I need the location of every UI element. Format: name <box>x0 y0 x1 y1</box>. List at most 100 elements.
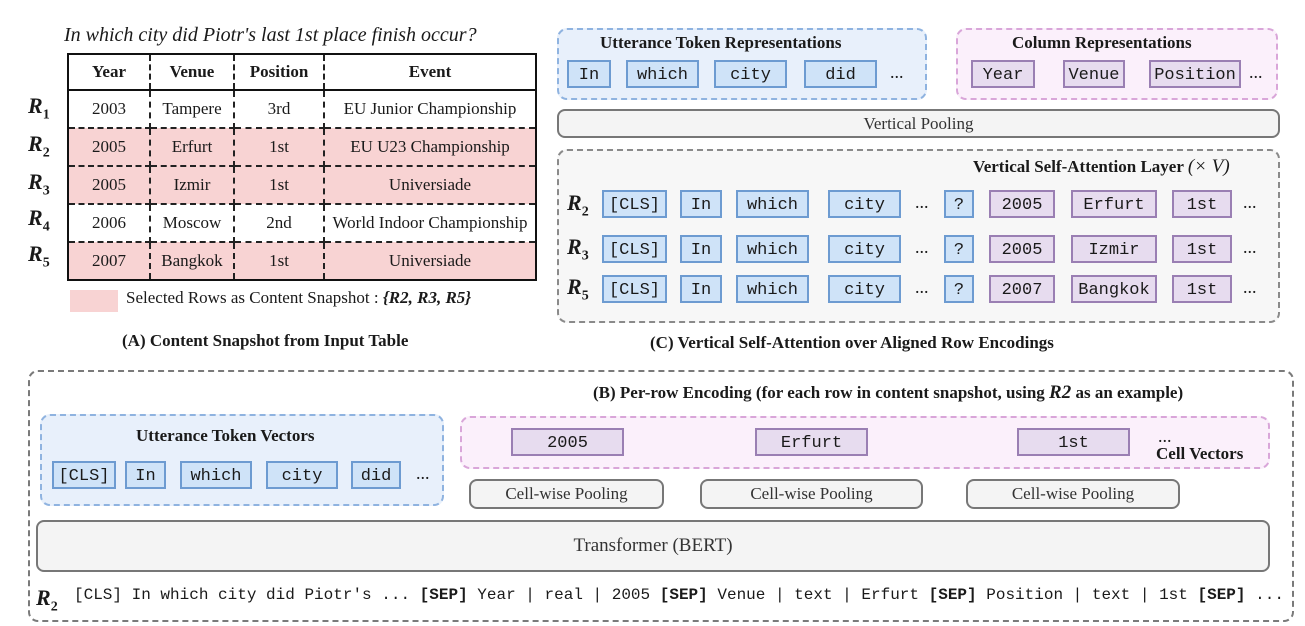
sequence-row-label: R2 <box>36 585 58 615</box>
ellipsis: ... <box>416 463 430 483</box>
table-cell: 3rd <box>234 90 325 129</box>
cell-wise-pooling-box: Cell-wise Pooling <box>469 479 664 509</box>
question-text: In which city did Piotr's last 1st place… <box>64 24 477 46</box>
row-token: ? <box>944 275 974 303</box>
utterance-vector-token: did <box>351 461 401 489</box>
cell-vector: 2005 <box>511 428 624 456</box>
cell-token: Bangkok <box>1071 275 1157 303</box>
row-token: [CLS] <box>602 190 667 218</box>
table-cell: Universiade <box>324 166 536 205</box>
cell-wise-pooling-box: Cell-wise Pooling <box>700 479 923 509</box>
title-row-ref: R2 <box>1049 382 1072 403</box>
cell-vector: Erfurt <box>755 428 868 456</box>
table-row: 2005 Erfurt 1st EU U23 Championship <box>68 128 536 167</box>
table-cell: Bangkok <box>150 242 235 280</box>
selected-row-swatch <box>70 290 118 312</box>
column-token: Year <box>971 60 1035 88</box>
table-cell: 1st <box>234 166 325 205</box>
table-row: 2005 Izmir 1st Universiade <box>68 166 536 205</box>
linearized-sequence: [CLS] In which city did Piotr's ... [SEP… <box>74 586 1284 604</box>
row-token: which <box>736 235 809 263</box>
row-label: R2 <box>28 131 50 161</box>
ellipsis: ... <box>890 62 904 82</box>
per-row-encoding-title: (B) Per-row Encoding (for each row in co… <box>593 382 1184 403</box>
sep-token: [SEP] <box>1197 586 1246 604</box>
table-row: 2007 Bangkok 1st Universiade <box>68 242 536 280</box>
table-cell: 1st <box>234 128 325 167</box>
utterance-vector-token: which <box>180 461 252 489</box>
table-row: 2003 Tampere 3rd EU Junior Championship <box>68 90 536 129</box>
row-label: R1 <box>28 93 50 123</box>
ellipsis: ... <box>1249 62 1263 82</box>
ellipsis: ... <box>915 192 929 212</box>
row-token: [CLS] <box>602 275 667 303</box>
sep-token: [SEP] <box>928 586 977 604</box>
vertical-pooling-box: Vertical Pooling <box>557 109 1280 138</box>
ellipsis: ... <box>1243 237 1257 257</box>
legend-text: Selected Rows as Content Snapshot : {R2,… <box>126 288 472 307</box>
ellipsis: ... <box>915 277 929 297</box>
row-token: ? <box>944 235 974 263</box>
cell-token: 2005 <box>989 190 1055 218</box>
row-token: which <box>736 275 809 303</box>
row-token: city <box>828 190 901 218</box>
table-cell: 2007 <box>68 242 151 280</box>
table-cell: Tampere <box>150 90 235 129</box>
table-cell: 2005 <box>68 128 151 167</box>
ellipsis: ... <box>915 237 929 257</box>
cell-token: 1st <box>1172 190 1232 218</box>
table-cell: Moscow <box>150 204 235 243</box>
row-token: which <box>736 190 809 218</box>
table-cell: EU Junior Championship <box>324 90 536 129</box>
cell-token: 2007 <box>989 275 1055 303</box>
table-cell: 2006 <box>68 204 151 243</box>
sep-token: [SEP] <box>659 586 708 604</box>
row-label: R4 <box>28 205 50 235</box>
sequence-segment: Year | real | 2005 <box>477 586 651 604</box>
table-cell: Erfurt <box>150 128 235 167</box>
row-label: R5 <box>567 274 589 304</box>
column-header: Event <box>324 54 536 91</box>
cell-token: Erfurt <box>1071 190 1157 218</box>
input-table: Year Venue Position Event 2003 Tampere 3… <box>67 53 537 281</box>
cell-wise-pooling-box: Cell-wise Pooling <box>966 479 1180 509</box>
cell-vector: 1st <box>1017 428 1130 456</box>
cell-token: 1st <box>1172 235 1232 263</box>
column-header: Year <box>68 54 151 91</box>
cell-token: Izmir <box>1071 235 1157 263</box>
utterance-vectors-title: Utterance Token Vectors <box>136 426 315 445</box>
utterance-token: did <box>804 60 877 88</box>
legend-set: {R2, R3, R5} <box>382 288 472 307</box>
utterance-token: which <box>626 60 699 88</box>
utterance-vector-token: [CLS] <box>52 461 116 489</box>
utterance-vector-token: In <box>125 461 166 489</box>
layer-multiplier: (× V) <box>1187 156 1230 177</box>
table-header-row: Year Venue Position Event <box>68 54 536 91</box>
row-token: ? <box>944 190 974 218</box>
row-token: [CLS] <box>602 235 667 263</box>
utterance-vector-token: city <box>266 461 338 489</box>
column-representations-title: Column Representations <box>1012 33 1192 52</box>
sequence-segment: Position | text | 1st <box>986 586 1188 604</box>
column-header: Position <box>234 54 325 91</box>
row-token: In <box>680 190 722 218</box>
column-token: Venue <box>1063 60 1125 88</box>
table-cell: 2003 <box>68 90 151 129</box>
utterance-token: In <box>567 60 611 88</box>
sequence-segment: [CLS] In which city did Piotr's ... <box>74 586 411 604</box>
utterance-representations-title: Utterance Token Representations <box>600 33 842 52</box>
row-token: In <box>680 275 722 303</box>
ellipsis: ... <box>1243 192 1257 212</box>
caption-c: (C) Vertical Self-Attention over Aligned… <box>650 333 1054 352</box>
row-label: R3 <box>28 169 50 199</box>
column-token: Position <box>1149 60 1241 88</box>
caption-a: (A) Content Snapshot from Input Table <box>122 331 409 350</box>
table-cell: 2nd <box>234 204 325 243</box>
row-token: In <box>680 235 722 263</box>
table-cell: 2005 <box>68 166 151 205</box>
table-cell: Izmir <box>150 166 235 205</box>
vertical-self-attention-title: Vertical Self-Attention Layer (× V) <box>973 156 1230 177</box>
transformer-box: Transformer (BERT) <box>36 520 1270 572</box>
utterance-token: city <box>714 60 787 88</box>
table-cell: EU U23 Championship <box>324 128 536 167</box>
